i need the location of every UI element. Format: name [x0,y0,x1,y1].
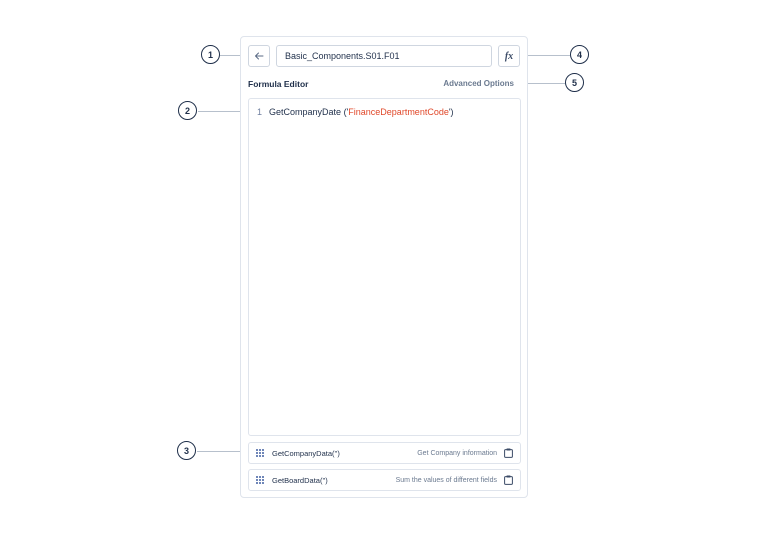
code-string-argument: FinanceDepartmentCode [348,107,449,117]
back-button[interactable] [248,45,270,67]
suggestion-name: GetBoardData('') [272,475,328,485]
line-number: 1 [257,107,263,117]
clipboard-icon[interactable] [504,475,513,485]
formula-editor-title: Formula Editor [248,79,309,89]
arrow-left-icon [255,52,264,60]
code-close-paren: ') [448,107,454,117]
callout-4-marker: 4 [570,45,589,64]
grid-icon [256,476,264,484]
callout-1-marker: 1 [201,45,220,64]
advanced-options-link[interactable]: Advanced Options [443,79,514,88]
callout-5-marker: 5 [565,73,584,92]
formula-name-input[interactable]: Basic_Components.S01.F01 [276,45,492,67]
code-editor[interactable]: 1 GetCompanyDate ('FinanceDepartmentCode'… [248,98,521,436]
formula-editor-panel: Basic_Components.S01.F01 fx Formula Edit… [240,36,528,498]
clipboard-icon[interactable] [504,448,513,458]
code-function-name: GetCompanyDate [269,107,342,117]
grid-icon [256,449,264,457]
fx-icon: fx [504,50,514,62]
suggestion-item[interactable]: GetCompanyData('') Get Company informati… [248,442,521,464]
callout-3-marker: 3 [177,441,196,460]
suggestion-description: Get Company information [417,449,497,457]
suggestion-description: Sum the values of different fields [395,476,497,484]
suggestion-name: GetCompanyData('') [272,448,340,458]
code-line: 1 GetCompanyDate ('FinanceDepartmentCode'… [257,107,454,117]
function-button[interactable]: fx [498,45,520,67]
suggestion-item[interactable]: GetBoardData('') Sum the values of diffe… [248,469,521,491]
callout-2-marker: 2 [178,101,197,120]
